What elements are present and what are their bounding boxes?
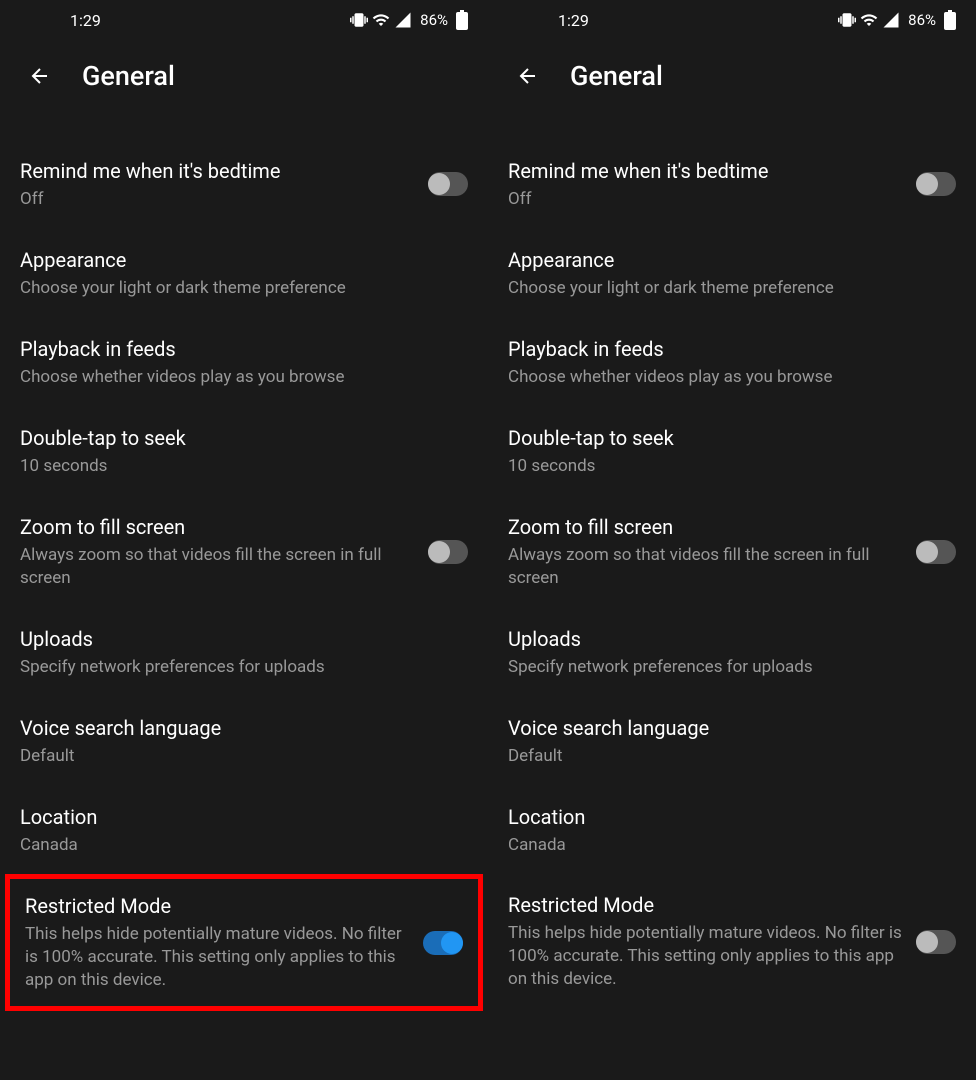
setting-title: Uploads: [20, 626, 468, 652]
setting-title: Voice search language: [508, 715, 956, 741]
page-title: General: [570, 60, 663, 92]
vibrate-icon: [838, 11, 856, 29]
setting-title: Zoom to fill screen: [20, 514, 416, 540]
screen-left: 1:29 86% General Remind me when it's: [0, 0, 488, 1080]
back-button[interactable]: [28, 64, 52, 88]
restricted-mode-toggle[interactable]: [916, 930, 956, 954]
bedtime-toggle[interactable]: [916, 172, 956, 196]
setting-uploads[interactable]: Uploads Specify network preferences for …: [0, 608, 488, 697]
setting-voice-search[interactable]: Voice search language Default: [488, 697, 976, 786]
setting-subtitle: Default: [508, 745, 956, 768]
setting-subtitle: 10 seconds: [508, 455, 956, 478]
header: General: [488, 40, 976, 120]
setting-title: Remind me when it's bedtime: [20, 158, 416, 184]
setting-appearance[interactable]: Appearance Choose your light or dark the…: [488, 229, 976, 318]
setting-title: Restricted Mode: [508, 892, 904, 918]
status-time: 1:29: [70, 11, 101, 30]
setting-subtitle: Canada: [20, 834, 468, 857]
setting-subtitle: This helps hide potentially mature video…: [508, 922, 904, 991]
zoom-toggle[interactable]: [428, 540, 468, 564]
wifi-icon: [860, 11, 878, 29]
setting-zoom[interactable]: Zoom to fill screen Always zoom so that …: [0, 496, 488, 608]
status-bar: 1:29 86%: [488, 0, 976, 40]
setting-title: Double-tap to seek: [508, 425, 956, 451]
setting-title: Playback in feeds: [508, 336, 956, 362]
setting-title: Zoom to fill screen: [508, 514, 904, 540]
header: General: [0, 40, 488, 120]
setting-uploads[interactable]: Uploads Specify network preferences for …: [488, 608, 976, 697]
setting-subtitle: Default: [20, 745, 468, 768]
setting-subtitle: This helps hide potentially mature video…: [25, 923, 411, 992]
setting-subtitle: Always zoom so that videos fill the scre…: [20, 544, 416, 590]
setting-title: Appearance: [20, 247, 468, 273]
settings-list: Remind me when it's bedtime Off Appearan…: [0, 120, 488, 1011]
battery-icon: [944, 10, 956, 30]
setting-subtitle: 10 seconds: [20, 455, 468, 478]
setting-subtitle: Off: [20, 188, 416, 211]
setting-subtitle: Choose whether videos play as you browse: [508, 366, 956, 389]
setting-restricted-mode[interactable]: Restricted Mode This helps hide potentia…: [488, 874, 976, 1009]
battery-percent: 86%: [420, 11, 448, 29]
setting-subtitle: Canada: [508, 834, 956, 857]
setting-playback[interactable]: Playback in feeds Choose whether videos …: [488, 318, 976, 407]
status-bar: 1:29 86%: [0, 0, 488, 40]
setting-subtitle: Choose whether videos play as you browse: [20, 366, 468, 389]
setting-title: Restricted Mode: [25, 893, 411, 919]
setting-title: Playback in feeds: [20, 336, 468, 362]
back-button[interactable]: [516, 64, 540, 88]
page-title: General: [82, 60, 175, 92]
setting-doubletap[interactable]: Double-tap to seek 10 seconds: [0, 407, 488, 496]
setting-subtitle: Choose your light or dark theme preferen…: [20, 277, 468, 300]
setting-voice-search[interactable]: Voice search language Default: [0, 697, 488, 786]
setting-title: Voice search language: [20, 715, 468, 741]
setting-subtitle: Specify network preferences for uploads: [20, 656, 468, 679]
battery-icon: [456, 10, 468, 30]
setting-subtitle: Always zoom so that videos fill the scre…: [508, 544, 904, 590]
setting-restricted-mode[interactable]: Restricted Mode This helps hide potentia…: [5, 874, 483, 1011]
status-icons: 86%: [350, 10, 468, 30]
settings-list: Remind me when it's bedtime Off Appearan…: [488, 120, 976, 1009]
signal-icon: [394, 11, 412, 29]
setting-location[interactable]: Location Canada: [0, 786, 488, 875]
setting-title: Double-tap to seek: [20, 425, 468, 451]
setting-doubletap[interactable]: Double-tap to seek 10 seconds: [488, 407, 976, 496]
status-time: 1:29: [558, 11, 589, 30]
setting-title: Appearance: [508, 247, 956, 273]
setting-zoom[interactable]: Zoom to fill screen Always zoom so that …: [488, 496, 976, 608]
setting-title: Remind me when it's bedtime: [508, 158, 904, 184]
setting-bedtime[interactable]: Remind me when it's bedtime Off: [488, 140, 976, 229]
setting-playback[interactable]: Playback in feeds Choose whether videos …: [0, 318, 488, 407]
setting-bedtime[interactable]: Remind me when it's bedtime Off: [0, 140, 488, 229]
setting-title: Location: [508, 804, 956, 830]
signal-icon: [882, 11, 900, 29]
zoom-toggle[interactable]: [916, 540, 956, 564]
status-icons: 86%: [838, 10, 956, 30]
battery-percent: 86%: [908, 11, 936, 29]
setting-subtitle: Off: [508, 188, 904, 211]
setting-title: Uploads: [508, 626, 956, 652]
restricted-mode-toggle[interactable]: [423, 931, 463, 955]
bedtime-toggle[interactable]: [428, 172, 468, 196]
setting-title: Location: [20, 804, 468, 830]
wifi-icon: [372, 11, 390, 29]
vibrate-icon: [350, 11, 368, 29]
setting-location[interactable]: Location Canada: [488, 786, 976, 875]
setting-subtitle: Choose your light or dark theme preferen…: [508, 277, 956, 300]
setting-appearance[interactable]: Appearance Choose your light or dark the…: [0, 229, 488, 318]
screen-right: 1:29 86% General Remind me when it's: [488, 0, 976, 1080]
setting-subtitle: Specify network preferences for uploads: [508, 656, 956, 679]
